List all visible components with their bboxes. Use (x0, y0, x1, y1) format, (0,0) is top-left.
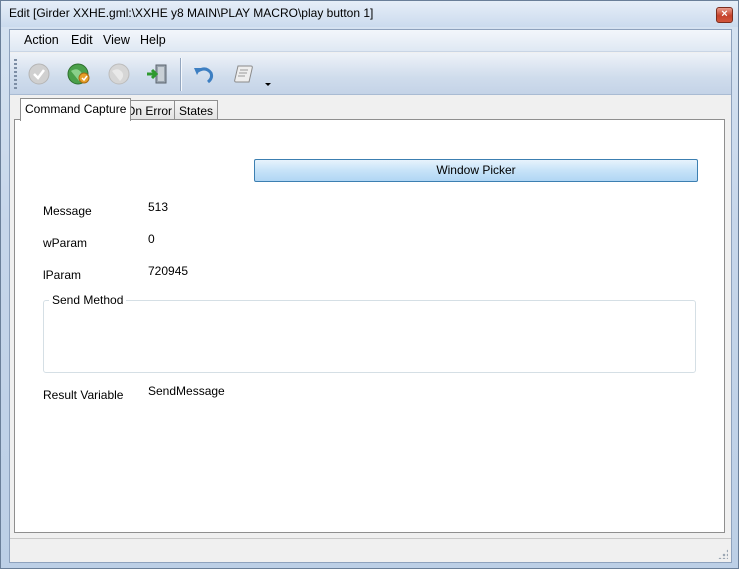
tab-strip: Command Capture On Error States (10, 98, 731, 121)
tab-command-capture[interactable]: Command Capture (20, 98, 132, 121)
edit-window: Edit [Girder XXHE.gml:\XXHE y8 MAIN\PLAY… (0, 0, 739, 569)
resize-grip[interactable] (718, 549, 728, 559)
close-button[interactable]: × (716, 7, 733, 23)
title-bar[interactable]: Edit [Girder XXHE.gml:\XXHE y8 MAIN\PLAY… (1, 1, 738, 27)
globe-icon (108, 63, 130, 85)
chevron-down-icon[interactable] (265, 83, 271, 86)
script-button[interactable] (230, 60, 258, 88)
apply-button[interactable] (25, 60, 53, 88)
send-method-group: Send Method (43, 293, 696, 373)
toolbar (10, 53, 731, 95)
message-value: 513 (148, 200, 169, 214)
lparam-label: lParam (43, 268, 82, 282)
client-area: Action Edit View Help Command Capture On… (9, 29, 732, 563)
window-title: Edit [Girder XXHE.gml:\XXHE y8 MAIN\PLAY… (9, 6, 374, 20)
command-capture-panel: Window Picker Message 513 wParam 0 lPara… (14, 119, 725, 533)
menu-bar: Action Edit View Help (10, 30, 731, 52)
toolbar-grip[interactable] (14, 59, 17, 89)
toolbar-separator (180, 58, 182, 91)
result-variable-value: SendMessage (148, 384, 225, 398)
send-method-label: Send Method (49, 293, 127, 307)
menu-edit[interactable]: Edit (69, 33, 95, 47)
lparam-value: 720945 (148, 264, 189, 278)
menu-help[interactable]: Help (138, 33, 168, 47)
message-label: Message (43, 204, 92, 218)
exit-door-icon (147, 64, 167, 84)
exit-button[interactable] (143, 60, 171, 88)
status-bar (10, 538, 731, 562)
checkmark-icon (28, 63, 50, 85)
undo-icon (194, 67, 214, 84)
menu-action[interactable]: Action (22, 33, 61, 47)
menu-view[interactable]: View (101, 33, 132, 47)
window-picker-button[interactable]: Window Picker (254, 159, 698, 182)
close-icon: × (721, 8, 728, 20)
tab-states[interactable]: States (174, 100, 219, 120)
wparam-value: 0 (148, 232, 155, 246)
wparam-label: wParam (43, 236, 88, 250)
test-command-button[interactable] (65, 60, 93, 88)
undo-button[interactable] (190, 60, 218, 88)
globe-button[interactable] (105, 60, 133, 88)
globe-refresh-icon (67, 63, 90, 85)
result-variable-label: Result Variable (43, 388, 124, 402)
scroll-icon (234, 65, 253, 83)
